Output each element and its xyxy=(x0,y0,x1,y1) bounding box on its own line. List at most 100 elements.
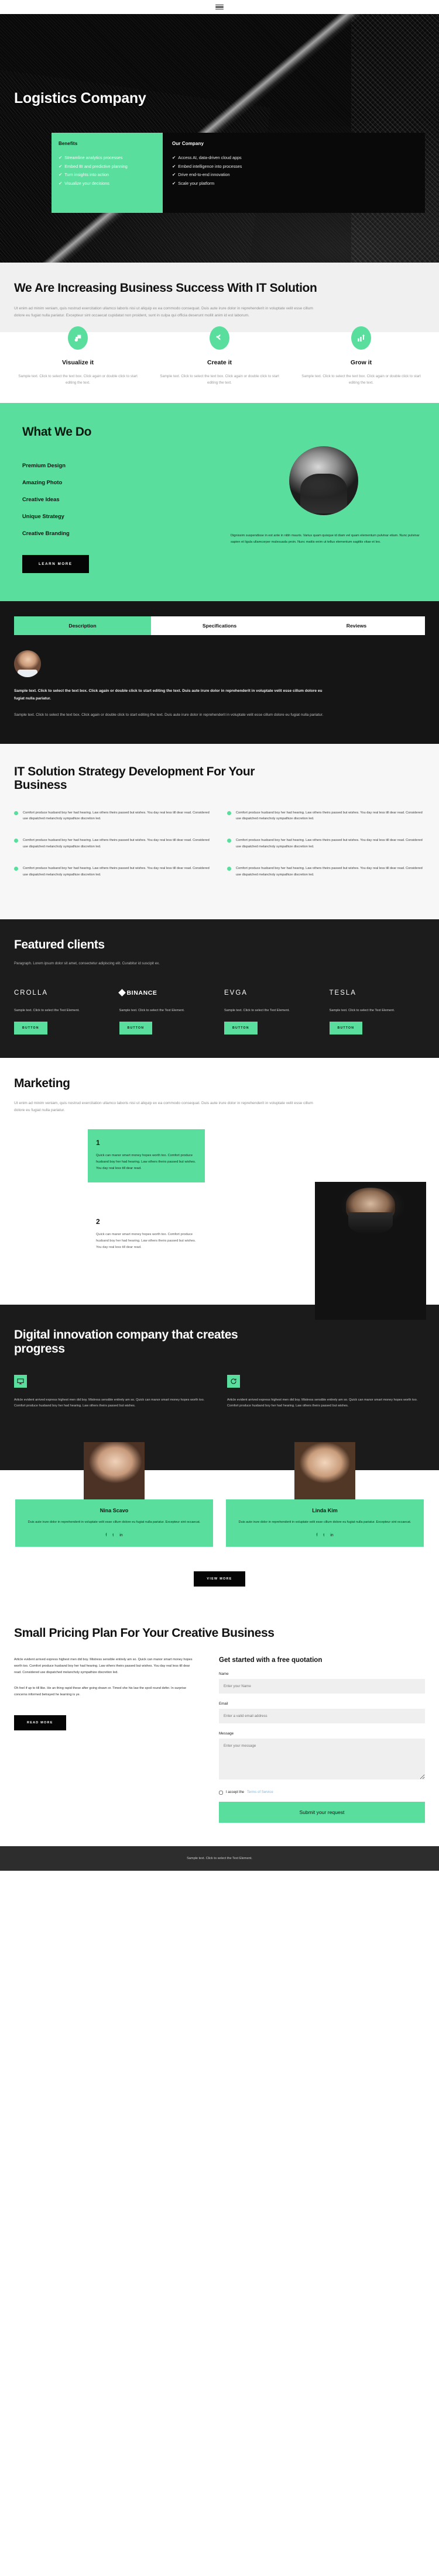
name-field-group: Name xyxy=(219,1672,425,1694)
strategy-column-left: Comfort produce husband boy her had hear… xyxy=(14,810,212,894)
twitter-icon[interactable]: t xyxy=(112,1533,114,1537)
our-company-heading: Our Company xyxy=(172,141,204,146)
step-number: 1 xyxy=(96,1139,100,1147)
tab-specifications[interactable]: Specifications xyxy=(151,616,288,635)
instagram-icon[interactable]: in xyxy=(330,1533,333,1537)
our-company-list: ✔ Access AI, data-driven cloud apps ✔ Embe… xyxy=(172,156,417,185)
check-icon: ✔ xyxy=(59,155,63,160)
pricing-section: Small Pricing Plan For Your Creative Bus… xyxy=(0,1606,439,1846)
feature-card-grow: Grow it Sample text. Click to select the… xyxy=(290,326,432,387)
strategy-bullets: Comfort produce husband boy her had hear… xyxy=(14,810,425,894)
avatar xyxy=(14,650,41,678)
facebook-icon[interactable]: f xyxy=(316,1533,317,1537)
crolla-logo: CROLLA xyxy=(14,989,49,996)
list-item-label: Embed BI and predictive planning xyxy=(64,163,128,169)
clients-grid: CROLLA Sample text. Click to select the … xyxy=(14,987,425,1034)
digital-card-1: Article evident arrived express highest … xyxy=(14,1374,212,1409)
feature-card-text: Sample text. Click to select the text bo… xyxy=(160,374,279,385)
binance-logo: BINANCE xyxy=(118,987,215,999)
tab-reviews[interactable]: Reviews xyxy=(288,616,425,635)
facebook-icon[interactable]: f xyxy=(105,1533,107,1537)
social-links: f t in xyxy=(23,1533,205,1537)
accept-terms-checkbox[interactable] xyxy=(219,1790,223,1795)
feature-card-visualize: Visualize it Sample text. Click to selec… xyxy=(7,326,149,387)
bullet-item: Comfort produce husband boy her had hear… xyxy=(14,865,212,878)
client-button[interactable]: BUTTON xyxy=(119,1021,153,1034)
feature-cards-strip: Visualize it Sample text. Click to selec… xyxy=(0,326,439,403)
feature-card-title: Create it xyxy=(207,358,232,366)
list-item: ✔ Visualize your decisions xyxy=(59,181,156,186)
submit-request-button[interactable]: Submit your request xyxy=(219,1801,425,1823)
client-button[interactable]: BUTTON xyxy=(329,1021,363,1034)
testimonial-text: Duis aute irure dolor in reprehenderit i… xyxy=(238,1520,411,1524)
bullet-dot-icon xyxy=(14,867,18,871)
client-tesla: TESLA Sample text. Click to select the T… xyxy=(329,987,426,1034)
marketing-step-2: 2 Quick can manor smart money hopes wort… xyxy=(88,1208,205,1261)
instagram-icon[interactable]: in xyxy=(119,1533,122,1537)
feature-card-title: Grow it xyxy=(350,358,372,366)
feature-card-text: Sample text. Click to select the text bo… xyxy=(18,374,138,385)
testimonials-row: Nina Scavo Duis aute irure dolor in repr… xyxy=(0,1442,439,1547)
bullet-item: Comfort produce husband boy her had hear… xyxy=(14,810,212,823)
testimonial-name: Linda Kim xyxy=(312,1507,338,1513)
twitter-icon[interactable]: t xyxy=(323,1533,324,1537)
benefits-heading: Benefits xyxy=(59,141,78,146)
list-item: ✔ Access AI, data-driven cloud apps xyxy=(172,156,417,160)
pricing-copy-column: Article evident arrived express highest … xyxy=(14,1657,196,1823)
client-button[interactable]: BUTTON xyxy=(14,1021,47,1034)
check-icon: ✔ xyxy=(59,180,63,186)
tab-panel-text: Sample text. Click to select the text bo… xyxy=(14,713,324,718)
message-field-group: Message xyxy=(219,1732,425,1782)
product-tabs-section: Description Specifications Reviews Sampl… xyxy=(0,601,439,744)
step-text: Quick can manor smart money hopes worth … xyxy=(96,1232,196,1249)
list-item: ✔ Scale your platform xyxy=(172,181,417,186)
digital-card-text: Article evident arrived express highest … xyxy=(227,1398,418,1408)
it-strategy-section: IT Solution Strategy Development For You… xyxy=(0,743,439,920)
list-item-label: Drive end-to-end innovation xyxy=(178,172,230,178)
client-evga: EVGA Sample text. Click to select the Te… xyxy=(224,987,320,1034)
service-item[interactable]: Premium Design xyxy=(22,462,222,468)
list-item-label: Embed intelligence into processes xyxy=(178,163,242,169)
increasing-business-section: We Are Increasing Business Success With … xyxy=(0,263,439,403)
benefits-list: ✔ Streamline analytics processes ✔ Embed B… xyxy=(59,156,156,185)
feature-card-create: Create it Sample text. Click to select t… xyxy=(149,326,290,387)
section-lede: Ut enim ad minim veniam, quis nostrud ex… xyxy=(14,1101,313,1113)
binance-diamond-icon xyxy=(118,989,126,996)
benefits-card: Benefits ✔ Streamline analytics processes… xyxy=(52,133,163,213)
bullet-dot-icon xyxy=(227,811,231,815)
service-item[interactable]: Creative Ideas xyxy=(22,496,222,502)
list-item-label: Turn insights into action xyxy=(64,172,109,178)
service-item[interactable]: Amazing Photo xyxy=(22,479,222,485)
service-item[interactable]: Creative Branding xyxy=(22,530,222,536)
tab-list: Description Specifications Reviews xyxy=(14,616,425,636)
testimonials-section: Nina Scavo Duis aute irure dolor in repr… xyxy=(0,1434,439,1607)
view-more-button[interactable]: VIEW MORE xyxy=(194,1571,245,1587)
learn-more-button[interactable]: LEARN MORE xyxy=(22,555,89,574)
client-binance: BINANCE Sample text. Click to select the… xyxy=(118,987,215,1034)
client-button[interactable]: BUTTON xyxy=(224,1021,258,1034)
bullet-dot-icon xyxy=(227,867,231,871)
bearded-man-photo xyxy=(315,1182,426,1320)
email-input[interactable] xyxy=(219,1708,425,1723)
bullet-text: Comfort produce husband boy her had hear… xyxy=(23,839,210,849)
testimonial-card-linda: Linda Kim Duis aute irure dolor in repre… xyxy=(226,1442,424,1547)
service-item[interactable]: Unique Strategy xyxy=(22,513,222,519)
strategy-column-right: Comfort produce husband boy her had hear… xyxy=(227,810,425,894)
terms-of-service-link[interactable]: Terms of Service xyxy=(247,1791,273,1794)
check-icon: ✔ xyxy=(172,172,176,178)
hamburger-menu-icon[interactable] xyxy=(215,4,224,10)
section-lede: Ut enim ad minim veniam, quis nostrud ex… xyxy=(14,306,313,318)
bullet-text: Comfort produce husband boy her had hear… xyxy=(236,867,423,877)
read-more-button[interactable]: READ MORE xyxy=(14,1715,66,1731)
feature-card-title: Visualize it xyxy=(61,358,94,366)
name-input[interactable] xyxy=(219,1678,425,1694)
tab-description[interactable]: Description xyxy=(14,616,151,636)
bullet-item: Comfort produce husband boy her had hear… xyxy=(227,865,425,878)
shapes-icon xyxy=(68,326,88,350)
message-textarea[interactable] xyxy=(219,1738,425,1780)
bar-chart-up-icon xyxy=(351,326,371,350)
services-list: Premium Design Amazing Photo Creative Id… xyxy=(22,462,222,536)
section-heading: IT Solution Strategy Development For You… xyxy=(14,764,255,792)
nina-scavo-photo xyxy=(84,1442,145,1499)
marketing-steps: 1 Quick can manor smart money hopes wort… xyxy=(0,1129,439,1320)
